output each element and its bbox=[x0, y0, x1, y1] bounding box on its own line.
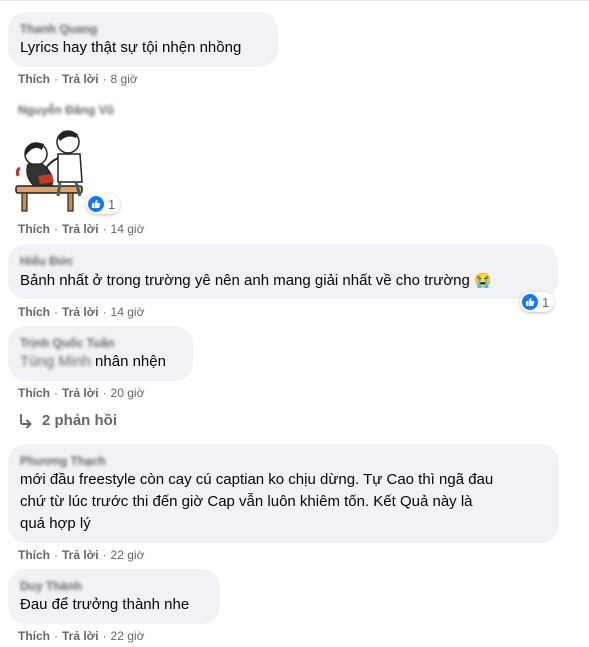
separator-dot: · bbox=[54, 629, 58, 643]
comment-time[interactable]: 20 giờ bbox=[111, 386, 145, 400]
like-link[interactable]: Thích bbox=[18, 305, 50, 319]
separator-dot: · bbox=[54, 222, 58, 236]
comment-time[interactable]: 22 giờ bbox=[111, 548, 145, 562]
mention-link[interactable]: Tùng Minh bbox=[20, 353, 91, 370]
reply-link[interactable]: Trả lời bbox=[62, 629, 99, 643]
separator-dot: · bbox=[54, 386, 58, 400]
reaction-count: 1 bbox=[542, 294, 550, 310]
reply-link[interactable]: Trả lời bbox=[62, 72, 99, 86]
comment-time[interactable]: 8 giờ bbox=[111, 72, 138, 86]
comment-bubble: Duy Thành Đau để trưởng thành nhe bbox=[8, 569, 220, 624]
comment-text-line: mới đầu freestyle còn cay cú captian ko … bbox=[20, 471, 494, 488]
separator-dot: · bbox=[102, 386, 107, 400]
comment-text-body: nhân nhện bbox=[90, 353, 166, 370]
like-link[interactable]: Thích bbox=[18, 548, 50, 562]
reply-link[interactable]: Trả lời bbox=[62, 305, 99, 319]
comment-text-line: quá hợp lý bbox=[20, 515, 91, 532]
like-link[interactable]: Thích bbox=[18, 386, 50, 400]
comment-bubble: Trịnh Quốc Tuấn Tùng Minh nhân nhện bbox=[8, 326, 193, 381]
comment-text: Bảnh nhất ở trong trường yê nên anh mang… bbox=[20, 269, 546, 292]
comment-text-line: chứ từ lúc trước thi đến giờ Cap vẫn luô… bbox=[20, 493, 473, 510]
comment-text: Tùng Minh nhân nhện bbox=[20, 351, 181, 373]
like-reaction-icon bbox=[522, 294, 538, 310]
top-divider bbox=[0, 0, 589, 1]
comment-author[interactable]: Phương Thạch bbox=[20, 454, 547, 468]
comment-actions: Thích · Trả lời · 22 giờ bbox=[18, 628, 144, 644]
comment-bubble: Phương Thạch mới đầu freestyle còn cay c… bbox=[8, 444, 559, 543]
reaction-count: 1 bbox=[108, 196, 116, 212]
reply-arrow-icon bbox=[20, 413, 32, 428]
like-link[interactable]: Thích bbox=[18, 222, 50, 236]
separator-dot: · bbox=[54, 72, 58, 86]
comment-author[interactable]: Trịnh Quốc Tuấn bbox=[20, 336, 181, 350]
reaction-summary[interactable]: 1 bbox=[520, 292, 555, 312]
comment-text-body: Bảnh nhất ở trong trường yê nên anh mang… bbox=[20, 272, 470, 289]
separator-dot: · bbox=[102, 548, 107, 562]
comment-text: Lyrics hay thật sự tội nhện nhồng bbox=[20, 39, 242, 56]
separator-dot: · bbox=[102, 629, 107, 643]
replies-count-label: 2 phản hồi bbox=[42, 412, 117, 429]
comment-author[interactable]: Duy Thành bbox=[20, 579, 208, 593]
like-link[interactable]: Thích bbox=[18, 629, 50, 643]
comment-actions: Thích · Trả lời · 14 giờ bbox=[18, 304, 144, 320]
separator-dot: · bbox=[54, 305, 58, 319]
reply-link[interactable]: Trả lời bbox=[62, 548, 99, 562]
like-link[interactable]: Thích bbox=[18, 72, 50, 86]
comment-bubble: Hiếu Đức Bảnh nhất ở trong trường yê nên… bbox=[8, 244, 558, 299]
comment-author[interactable]: Hiếu Đức bbox=[20, 254, 546, 268]
comment-actions: Thích · Trả lời · 14 giờ bbox=[18, 221, 144, 237]
reply-link[interactable]: Trả lời bbox=[62, 222, 99, 236]
reply-link[interactable]: Trả lời bbox=[62, 386, 99, 400]
separator-dot: · bbox=[102, 222, 107, 236]
comment-actions: Thích · Trả lời · 8 giờ bbox=[18, 71, 138, 87]
comment-time[interactable]: 14 giờ bbox=[111, 305, 145, 319]
comment-bubble: Thanh Quang Lyrics hay thật sự tội nhện … bbox=[8, 12, 278, 67]
comment-time[interactable]: 14 giờ bbox=[111, 222, 145, 236]
crying-emoji-icon: 😭 bbox=[474, 272, 492, 288]
reaction-summary[interactable]: 1 bbox=[86, 194, 121, 214]
view-replies-button[interactable]: 2 phản hồi bbox=[18, 412, 117, 429]
separator-dot: · bbox=[54, 548, 58, 562]
like-reaction-icon bbox=[88, 196, 104, 212]
comment-actions: Thích · Trả lời · 20 giờ bbox=[18, 385, 144, 401]
comment-author[interactable]: Nguyễn Đăng Vũ bbox=[18, 103, 114, 117]
comment-text: mới đầu freestyle còn cay cú captian ko … bbox=[20, 469, 547, 535]
separator-dot: · bbox=[102, 72, 107, 86]
comment-text: Đau để trưởng thành nhe bbox=[20, 596, 190, 613]
comment-author[interactable]: Thanh Quang bbox=[20, 22, 266, 36]
separator-dot: · bbox=[102, 305, 107, 319]
comment-time[interactable]: 22 giờ bbox=[111, 629, 145, 643]
comment-actions: Thích · Trả lời · 22 giờ bbox=[18, 547, 144, 563]
